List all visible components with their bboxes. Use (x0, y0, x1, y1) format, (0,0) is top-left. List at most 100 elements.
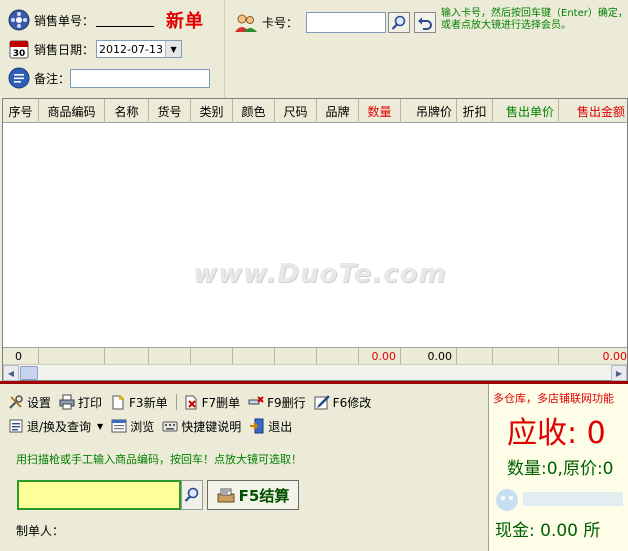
cash-amount: 现金: 0.00 所 (495, 521, 601, 541)
site-logo (496, 489, 623, 511)
magnifier-icon (184, 487, 199, 502)
exit-button[interactable]: 退出 (249, 416, 292, 436)
delete-row-button[interactable]: F9删行 (248, 392, 306, 412)
footer-cell (39, 348, 105, 365)
delete-bill-button[interactable]: F7删单 (183, 392, 241, 412)
edit-icon (314, 395, 330, 410)
toolbar-separator (175, 394, 177, 410)
toolbar-row-1: 设置 打印 F3新单 F7删单 F9删行 F6修改 (8, 392, 379, 412)
return-query-label: 退/换及查询 (27, 419, 92, 434)
col-name[interactable]: 名称 (105, 99, 149, 123)
col-brand[interactable]: 品牌 (317, 99, 359, 123)
header-panel: 销售单号： 新单 30 销售日期： 2012-07-13 ▼ 备注： 卡号： 输… (0, 0, 628, 98)
barcode-search-button[interactable] (181, 480, 203, 510)
footer-cell (493, 348, 559, 365)
sale-date-row: 30 销售日期： 2012-07-13 ▼ (8, 37, 183, 61)
scroll-right-icon[interactable]: ▶ (611, 365, 627, 381)
scroll-left-icon[interactable]: ◀ (3, 365, 19, 381)
remark-input[interactable] (70, 68, 211, 88)
col-discount[interactable]: 折扣 (457, 99, 493, 123)
action-panel: 设置 打印 F3新单 F7删单 F9删行 F6修改 退/换及查询 ▼ 浏览 快捷… (2, 384, 488, 551)
footer-cell (149, 348, 191, 365)
sale-no-row: 销售单号： 新单 (8, 8, 204, 32)
shortcuts-label: 快捷键说明 (181, 419, 242, 434)
col-code[interactable]: 商品编码 (39, 99, 105, 123)
member-panel: 卡号： 输入卡号，然后按回车键（Enter）确定，或者点放大镜进行选择会员。 (232, 0, 628, 98)
delete-bill-label: F7删单 (201, 395, 241, 410)
grid-header: 序号 商品编码 名称 货号 类别 颜色 尺码 品牌 数量 吊牌价 折扣 售出单价… (3, 99, 627, 123)
card-clear-button[interactable] (414, 12, 436, 33)
card-hint: 输入卡号，然后按回车键（Enter）确定，或者点放大镜进行选择会员。 (441, 8, 628, 31)
modify-button[interactable]: F6修改 (314, 392, 372, 412)
footer-cell (275, 348, 317, 365)
sale-no-label: 销售单号： (34, 13, 95, 28)
browse-label: 浏览 (130, 419, 155, 434)
shortcuts-button[interactable]: 快捷键说明 (162, 416, 241, 436)
card-input[interactable] (306, 12, 386, 33)
modify-label: F6修改 (332, 395, 372, 410)
return-query-button[interactable]: 退/换及查询 ▼ (8, 416, 103, 436)
footer-cell (233, 348, 275, 365)
receivable-amount: 应收: 0 (507, 416, 606, 451)
col-size[interactable]: 尺码 (275, 99, 317, 123)
scan-hint: 用扫描枪或手工输入商品编码，按回车！点放大镜可选取！ (16, 453, 302, 466)
footer-qty-total: 0.00 (359, 348, 401, 365)
calendar-icon: 30 (8, 38, 30, 60)
remark-label: 备注： (34, 71, 71, 86)
new-doc-icon (112, 395, 125, 410)
scroll-thumb[interactable] (20, 366, 38, 380)
promo-title: 多仓库，多店铺联网功能 (493, 392, 614, 405)
print-button[interactable]: 打印 (59, 392, 102, 412)
sale-no-value (96, 14, 155, 27)
maker-label: 制单人： (16, 524, 65, 538)
footer-count: 0 (3, 348, 39, 365)
card-label: 卡号： (262, 16, 299, 30)
summary-panel: 多仓库，多店铺联网功能 应收: 0 数量:0,原价:0 现金: 0.00 所 (488, 384, 628, 551)
list-icon (9, 419, 23, 433)
chevron-down-icon[interactable]: ▼ (97, 422, 103, 431)
col-unit-price[interactable]: 售出单价 (493, 99, 559, 123)
print-label: 打印 (78, 395, 103, 410)
card-search-button[interactable] (388, 12, 410, 33)
printer-icon (59, 394, 75, 410)
horizontal-scrollbar[interactable]: ◀ ▶ (3, 364, 627, 381)
footer-cell (105, 348, 149, 365)
magnifier-icon (391, 15, 406, 30)
sale-date-value: 2012-07-13 (99, 42, 163, 56)
sale-date-label: 销售日期： (34, 42, 95, 57)
sales-grid[interactable]: 序号 商品编码 名称 货号 类别 颜色 尺码 品牌 数量 吊牌价 折扣 售出单价… (2, 98, 628, 381)
settings-button[interactable]: 设置 (8, 392, 51, 412)
col-category[interactable]: 类别 (191, 99, 233, 123)
exit-label: 退出 (268, 419, 293, 434)
col-item-no[interactable]: 货号 (149, 99, 191, 123)
sale-date-picker[interactable]: 2012-07-13 ▼ (96, 40, 183, 58)
svg-text:30: 30 (13, 49, 26, 59)
keyboard-icon (162, 421, 178, 432)
delete-doc-icon (185, 395, 197, 410)
chevron-down-icon[interactable]: ▼ (165, 41, 182, 57)
footer-cell (317, 348, 359, 365)
footer-amount-total: 0.00 (602, 350, 628, 363)
cash-register-icon (217, 488, 235, 503)
grid-footer: 0 0.00 0.00 0.00 (3, 347, 628, 365)
undo-icon (418, 17, 432, 30)
settings-label: 设置 (27, 395, 52, 410)
col-tag-price[interactable]: 吊牌价 (401, 99, 457, 123)
toolbar-row-2: 退/换及查询 ▼ 浏览 快捷键说明 退出 (8, 416, 300, 436)
browse-button[interactable]: 浏览 (111, 416, 154, 436)
barcode-input[interactable] (17, 480, 181, 510)
footer-tag-total: 0.00 (401, 348, 457, 365)
col-index[interactable]: 序号 (3, 99, 39, 123)
new-bill-button[interactable]: F3新单 (110, 392, 168, 412)
col-color[interactable]: 颜色 (233, 99, 275, 123)
col-amount[interactable]: 售出金额 (559, 99, 627, 123)
footer-cell (191, 348, 233, 365)
col-qty[interactable]: 数量 (359, 99, 401, 123)
qty-price-summary: 数量:0,原价:0 (507, 459, 614, 479)
browse-icon (111, 419, 127, 433)
note-icon (8, 67, 30, 89)
settle-button[interactable]: F5结算 (207, 480, 299, 510)
footer-cell (457, 348, 493, 365)
tools-icon (9, 395, 23, 409)
settle-label: F5结算 (238, 486, 290, 505)
